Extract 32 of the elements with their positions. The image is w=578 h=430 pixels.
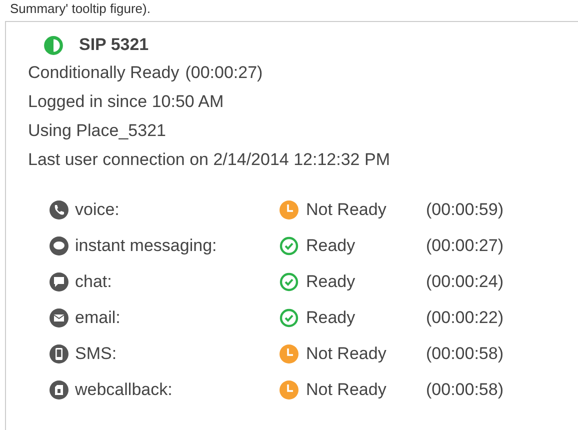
speech-bubble-icon: [49, 236, 69, 256]
status-duration: (00:00:27): [185, 63, 263, 82]
channel-name: SMS:: [75, 344, 118, 364]
channel-duration: (00:00:27): [426, 236, 504, 256]
status-icon: [43, 34, 64, 56]
caption-text: Summary' tooltip figure).: [9, 0, 152, 18]
channel-duration: (00:00:58): [426, 344, 504, 364]
channel-duration: (00:00:24): [426, 272, 504, 292]
document-icon: [49, 380, 69, 400]
info-line: Using Place_5321: [28, 120, 167, 142]
envelope-icon: [49, 308, 69, 328]
info-line: Logged in since 10:50 AM: [28, 91, 225, 113]
agent-name: SIP 5321: [79, 35, 149, 55]
channel-duration: (00:00:58): [426, 380, 504, 400]
phone-icon: [49, 200, 69, 220]
channel-name: chat:: [75, 272, 113, 292]
channel-name: voice:: [75, 200, 120, 220]
channel-status: Not Ready: [306, 200, 388, 220]
channel-name: webcallback:: [75, 380, 174, 400]
info-line: Last user connection on 2/14/2014 12:12:32 PM: [28, 149, 391, 171]
channel-duration: (00:00:59): [426, 200, 504, 220]
channel-name: email:: [75, 308, 122, 328]
channel-duration: (00:00:22): [426, 308, 504, 328]
channel-status: Ready: [306, 272, 356, 292]
channel-name: instant messaging:: [75, 236, 218, 256]
channel-status: Not Ready: [306, 380, 388, 400]
mobile-phone-icon: [49, 344, 69, 364]
channel-status: Not Ready: [306, 344, 388, 364]
channel-status: Ready: [306, 236, 356, 256]
chat-bubble-icon: [49, 272, 69, 292]
agent-status: Conditionally Ready: [28, 63, 180, 82]
channel-status: Ready: [306, 308, 356, 328]
